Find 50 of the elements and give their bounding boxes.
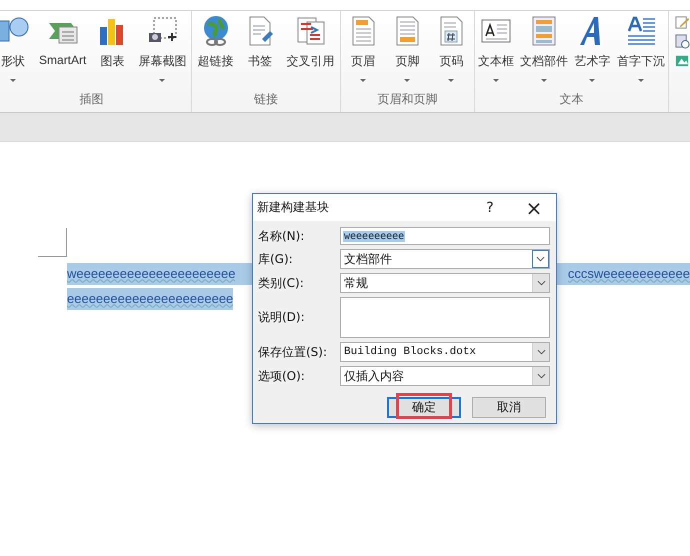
ribbon-button[interactable]: 形状 (0, 15, 29, 91)
caret-icon (404, 79, 410, 82)
dialog-button[interactable]: 取消 (472, 397, 546, 418)
ribbon-button[interactable]: 屏幕截图 (138, 15, 186, 91)
group-label: 页眉和页脚 (376, 91, 438, 108)
help-button[interactable]: ? (468, 194, 512, 221)
ribbon-button[interactable]: 文档部件 (520, 15, 568, 91)
group-label: 链接 (253, 91, 280, 108)
edit-pen-icon[interactable] (675, 15, 690, 30)
dropdown-field[interactable]: Building Blocks.dotx (340, 342, 550, 362)
ribbon-button[interactable]: 页眉 (347, 15, 380, 91)
cross-reference-icon (294, 15, 327, 47)
caret-icon (159, 79, 166, 82)
ribbon-button[interactable]: 交叉引用 (286, 15, 335, 91)
document-text: eeeeeeeeeeeeeeeeeeeeeee (67, 288, 234, 310)
caret-icon (638, 79, 644, 82)
field-label: 类别(C): (258, 274, 305, 292)
dropdown-field[interactable]: 仅插入内容 (340, 366, 550, 386)
caret-icon (360, 79, 366, 82)
caret-icon (448, 79, 454, 82)
ribbon-button[interactable]: 超链接 (198, 15, 234, 91)
ribbon-button[interactable]: 艺术字 (574, 15, 610, 91)
document-text: cccsweeeeeeeeeeee (568, 262, 690, 284)
field-label: 库(G): (258, 250, 294, 268)
field-label: 选项(O): (258, 368, 306, 384)
dialog-title: 新建构建基块 (257, 199, 330, 216)
field-label: 说明(D): (258, 309, 306, 326)
ribbon-button[interactable]: 页脚 (391, 15, 424, 91)
group-label: 插图 (78, 91, 105, 108)
ribbon-button[interactable]: SmartArt (39, 15, 86, 91)
ribbon-button[interactable]: 图表 (96, 15, 128, 91)
field-label: 名称(N): (258, 228, 306, 244)
group-label: 文本 (558, 91, 584, 108)
close-button[interactable]: × (512, 194, 556, 221)
object-icon[interactable] (675, 53, 690, 68)
margin-corner-mark (38, 228, 67, 257)
ribbon-button[interactable]: 书签 (244, 15, 276, 91)
dropdown-field[interactable]: 常规 (340, 273, 550, 293)
caret-icon (492, 79, 499, 82)
text-field[interactable]: weeeeeeeee (340, 227, 550, 245)
dropdown-field[interactable]: 文档部件 (340, 249, 550, 269)
ribbon-button[interactable]: 首字下沉 (616, 15, 665, 91)
caret-icon (589, 79, 596, 82)
document-text: weeeeeeeeeeeeeeeeeeeeee (67, 262, 236, 284)
ribbon-button[interactable]: 文本框 (478, 15, 514, 91)
caret-icon (10, 79, 16, 82)
ribbon-button[interactable]: 页码 (435, 15, 468, 91)
description-field[interactable] (340, 297, 550, 338)
caret-icon (541, 79, 548, 82)
field-label: 保存位置(S): (258, 344, 328, 360)
